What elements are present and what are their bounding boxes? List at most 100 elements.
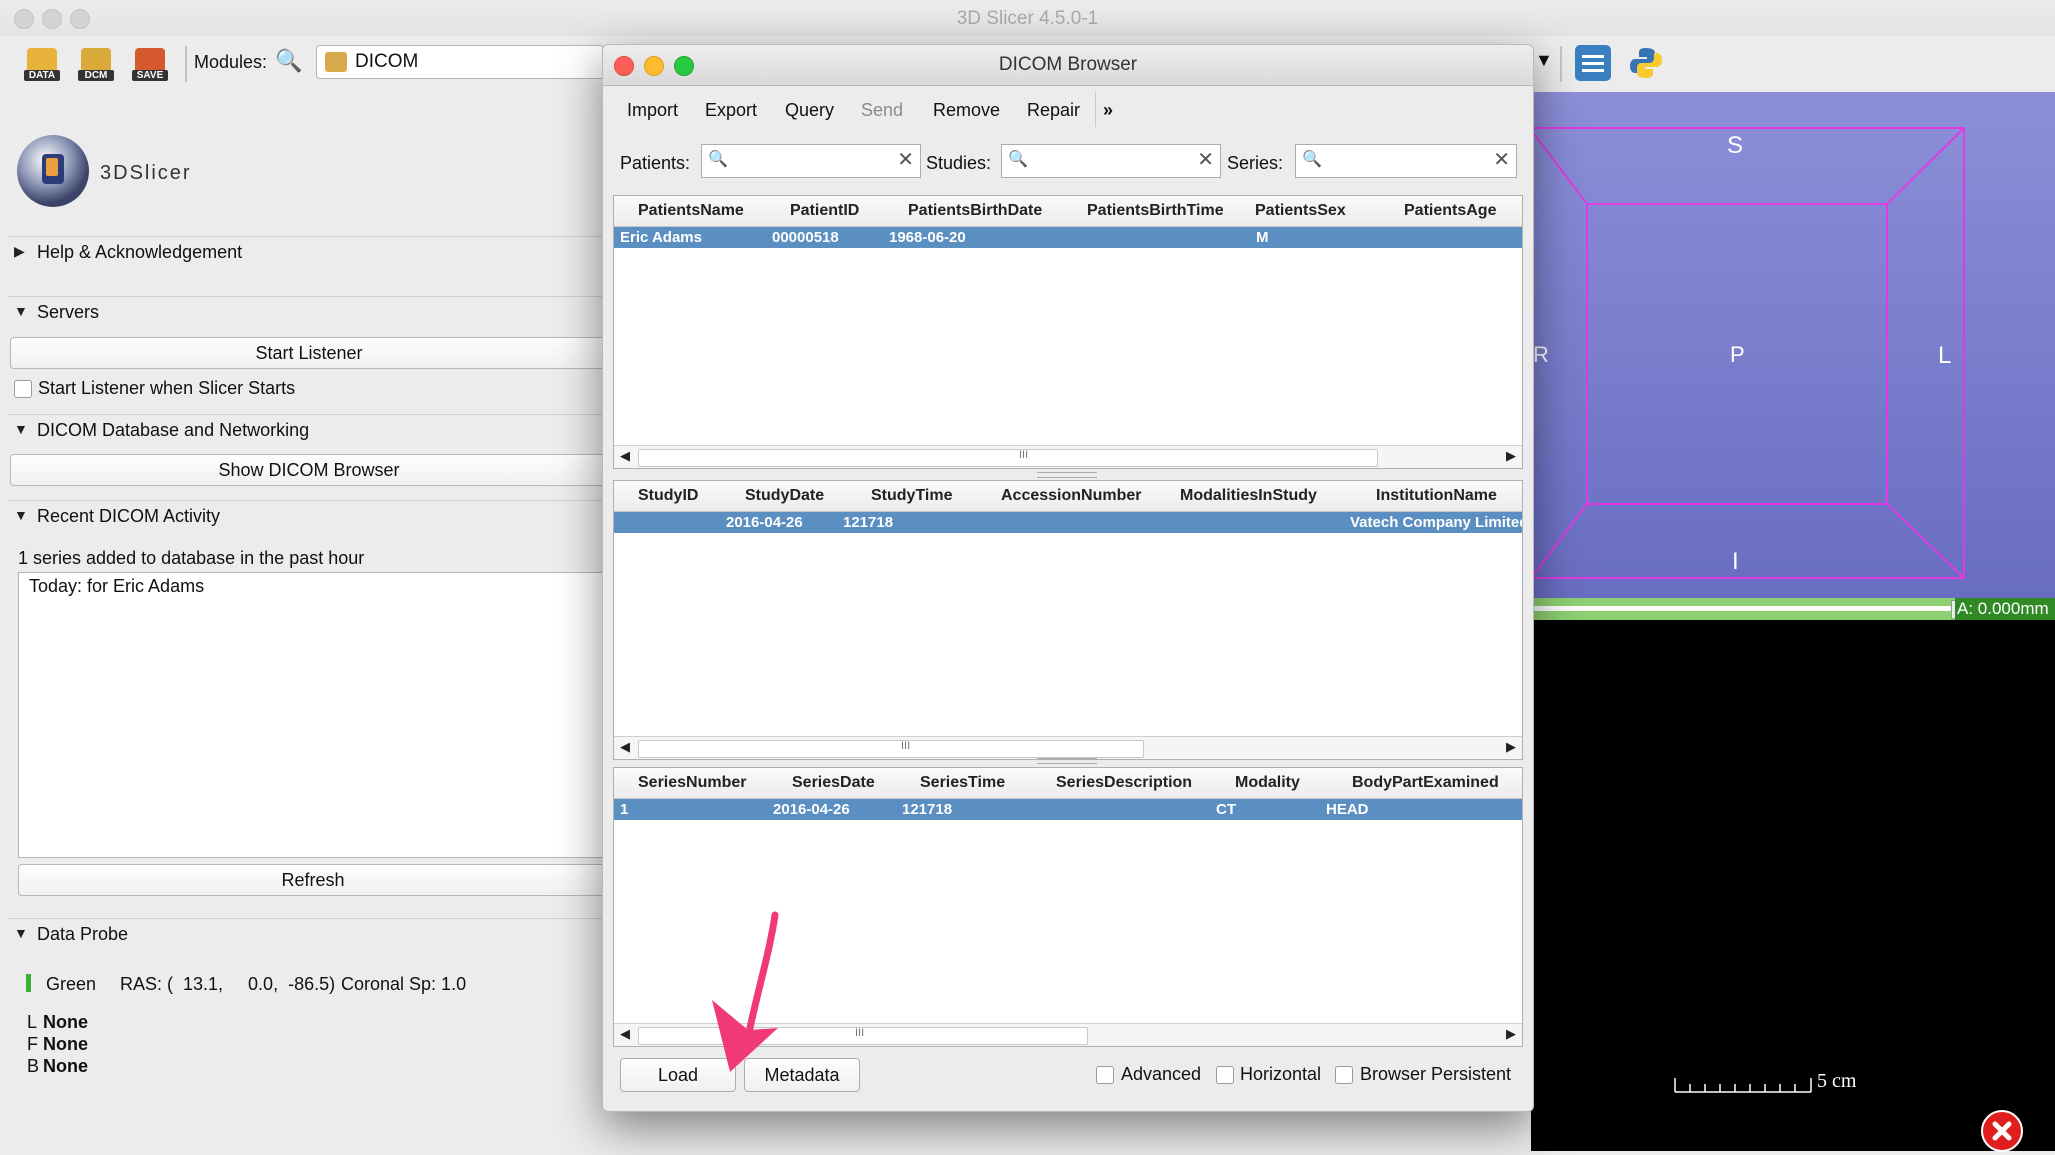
patients-table[interactable]: PatientsName PatientID PatientsBirthDate… [613, 195, 1523, 469]
column-header[interactable]: SeriesTime [920, 774, 1005, 792]
load-dicom-button[interactable]: DCM [78, 45, 114, 81]
column-header[interactable]: PatientsName [638, 202, 744, 220]
slice-slider-track[interactable] [1531, 606, 1951, 611]
remove-button[interactable]: Remove [933, 100, 1000, 121]
python-console-icon[interactable] [1628, 45, 1664, 81]
recent-activity-section-header[interactable]: ▼ Recent DICOM Activity [8, 500, 606, 531]
recent-activity-section-label: Recent DICOM Activity [37, 506, 221, 526]
scroll-grip: III [855, 1027, 865, 1039]
column-header[interactable]: PatientsBirthTime [1087, 202, 1224, 220]
help-section-header[interactable]: ▶ Help & Acknowledgement [8, 236, 606, 267]
scroll-right-icon[interactable]: ▶ [1506, 1026, 1516, 1042]
column-header[interactable]: StudyID [638, 487, 698, 505]
probe-l-value: None [43, 1012, 88, 1032]
servers-section-label: Servers [37, 302, 100, 322]
repair-button[interactable]: Repair [1027, 100, 1080, 121]
expanded-arrow-icon: ▼ [14, 507, 28, 523]
column-header[interactable]: PatientsSex [1255, 202, 1346, 220]
table-cell: 121718 [902, 801, 953, 818]
refresh-button[interactable]: Refresh [18, 864, 608, 896]
start-listener-button[interactable]: Start Listener [10, 337, 608, 369]
clear-search-icon[interactable]: ✕ [1197, 147, 1214, 172]
table-row[interactable]: Eric Adams 00000518 1968-06-20 M [614, 227, 1522, 248]
scroll-left-icon[interactable]: ◀ [620, 448, 630, 464]
scroll-right-icon[interactable]: ▶ [1506, 448, 1516, 464]
send-button[interactable]: Send [861, 100, 903, 121]
column-header[interactable]: BodyPartExamined [1352, 774, 1499, 792]
logo-text: 3DSlicer [100, 162, 192, 184]
module-dropdown-arrow-icon[interactable]: ▼ [1535, 50, 1553, 71]
start-listener-checkbox[interactable] [14, 380, 32, 398]
scrollbar-thumb[interactable]: III [638, 449, 1378, 467]
query-button[interactable]: Query [785, 100, 834, 121]
show-dicom-browser-button[interactable]: Show DICOM Browser [10, 454, 608, 486]
column-header[interactable]: AccessionNumber [1001, 487, 1142, 505]
column-header[interactable]: SeriesDate [792, 774, 875, 792]
patients-search-input[interactable]: 🔍 ✕ [701, 144, 921, 178]
column-header[interactable]: ModalitiesInStudy [1180, 487, 1317, 505]
horizontal-checkbox[interactable] [1216, 1066, 1234, 1084]
table-cell: M [1256, 229, 1269, 246]
data-probe-section-header[interactable]: ▼ Data Probe [8, 918, 606, 949]
column-header[interactable]: SeriesDescription [1056, 774, 1192, 792]
db-section-header[interactable]: ▼ DICOM Database and Networking [8, 414, 606, 445]
probe-f-key: F [27, 1034, 38, 1054]
series-table-header: SeriesNumber SeriesDate SeriesTime Serie… [614, 768, 1522, 799]
column-header[interactable]: PatientsAge [1404, 202, 1496, 220]
column-header[interactable]: InstitutionName [1376, 487, 1497, 505]
table-cell: 1968-06-20 [889, 229, 966, 246]
more-menu-button[interactable]: » [1103, 100, 1113, 121]
scroll-left-icon[interactable]: ◀ [620, 739, 630, 755]
browser-persistent-label: Browser Persistent [1360, 1064, 1512, 1084]
search-icon: 🔍 [708, 151, 728, 168]
table-row[interactable]: 2016-04-26 121718 Vatech Company Limited [614, 512, 1522, 533]
studies-horizontal-scrollbar[interactable]: ◀ III ▶ [614, 736, 1522, 759]
advanced-checkbox[interactable] [1096, 1066, 1114, 1084]
splitter-handle[interactable] [1037, 472, 1097, 478]
recent-activity-entry[interactable]: Today: for Eric Adams [29, 576, 204, 597]
expanded-arrow-icon: ▼ [14, 925, 28, 941]
data-probe-section-label: Data Probe [37, 924, 129, 944]
modules-label: Modules: [194, 52, 268, 72]
studies-search-input[interactable]: 🔍 ✕ [1001, 144, 1221, 178]
3d-view[interactable]: S P L R I [1530, 92, 2055, 598]
orientation-label-p: P [1730, 342, 1745, 367]
splitter-handle[interactable] [1037, 758, 1097, 764]
column-header[interactable]: PatientID [790, 202, 859, 220]
module-search-icon[interactable]: 🔍 [275, 48, 302, 74]
column-header[interactable]: StudyTime [871, 487, 953, 505]
recent-activity-list[interactable]: Today: for Eric Adams [18, 572, 608, 858]
import-button[interactable]: Import [627, 100, 678, 121]
column-header[interactable]: PatientsBirthDate [908, 202, 1042, 220]
save-button[interactable]: SAVE [132, 45, 168, 81]
table-cell: Eric Adams [620, 229, 702, 246]
search-icon: 🔍 [1008, 151, 1028, 168]
toolbar-separator-right [1560, 46, 1562, 82]
export-button[interactable]: Export [705, 100, 757, 121]
patients-horizontal-scrollbar[interactable]: ◀ III ▶ [614, 445, 1522, 468]
clear-search-icon[interactable]: ✕ [897, 147, 914, 172]
error-log-icon[interactable] [1981, 1110, 2023, 1152]
clear-search-icon[interactable]: ✕ [1493, 147, 1510, 172]
series-search-input[interactable]: 🔍 ✕ [1295, 144, 1517, 178]
extension-manager-icon[interactable] [1575, 45, 1611, 81]
table-cell: 00000518 [772, 229, 839, 246]
column-header[interactable]: Modality [1235, 774, 1300, 792]
studies-table[interactable]: StudyID StudyDate StudyTime AccessionNum… [613, 480, 1523, 760]
column-header[interactable]: StudyDate [745, 487, 824, 505]
toolbar-separator [185, 46, 187, 82]
expanded-arrow-icon: ▼ [14, 303, 28, 319]
module-selector[interactable]: DICOM [316, 45, 604, 79]
scrollbar-thumb[interactable]: III [638, 740, 1144, 758]
db-section-label: DICOM Database and Networking [37, 420, 310, 440]
slice-offset-slider[interactable]: A: 0.000mm [1531, 598, 2055, 620]
column-header[interactable]: SeriesNumber [638, 774, 747, 792]
load-data-button[interactable]: DATA [24, 45, 60, 81]
servers-section-header[interactable]: ▼ Servers [8, 296, 606, 327]
scroll-right-icon[interactable]: ▶ [1506, 739, 1516, 755]
slice-view[interactable]: 5 cm [1531, 620, 2055, 1152]
table-row[interactable]: 1 2016-04-26 121718 CT HEAD [614, 799, 1522, 820]
scroll-left-icon[interactable]: ◀ [620, 1026, 630, 1042]
orientation-label-s: S [1727, 132, 1744, 159]
browser-persistent-checkbox[interactable] [1335, 1066, 1353, 1084]
